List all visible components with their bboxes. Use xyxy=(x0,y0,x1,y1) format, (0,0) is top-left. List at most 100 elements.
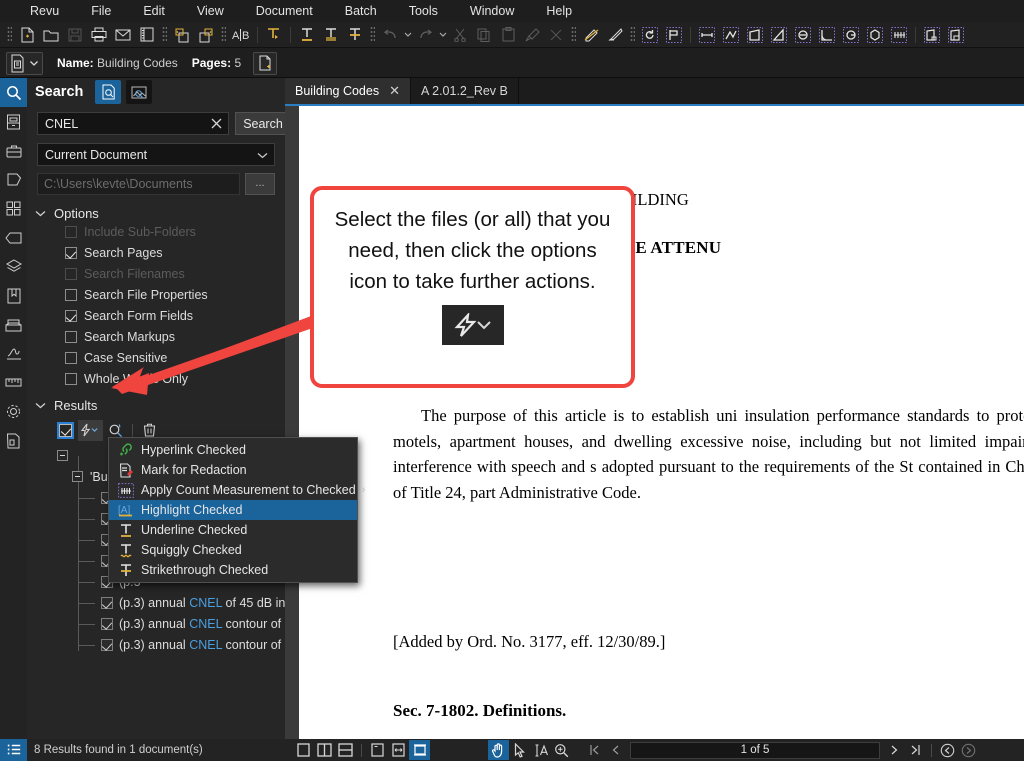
sidebar-item-markups[interactable] xyxy=(0,165,27,194)
tab-visual-search[interactable] xyxy=(126,80,152,104)
sidebar-item-tags[interactable] xyxy=(0,223,27,252)
sidebar-item-search[interactable] xyxy=(0,78,27,107)
align-icon[interactable] xyxy=(662,24,686,46)
previous-page-icon[interactable] xyxy=(605,740,626,760)
sidebar-item-toolchest[interactable] xyxy=(0,136,27,165)
result-checkbox[interactable] xyxy=(101,618,113,630)
text-highlight-icon[interactable] xyxy=(262,24,286,46)
menu-item-batch[interactable]: Batch xyxy=(329,0,393,22)
measure-length-icon[interactable] xyxy=(695,24,719,46)
email-icon[interactable] xyxy=(111,24,135,46)
toolbar-grip-5[interactable] xyxy=(571,26,576,43)
add-page-icon[interactable] xyxy=(253,52,277,75)
menu-item-edit[interactable]: Edit xyxy=(127,0,181,22)
sidebar-item-studio[interactable] xyxy=(0,194,27,223)
measure-area-icon[interactable] xyxy=(743,24,767,46)
insert-page-icon[interactable] xyxy=(170,24,194,46)
new-document-icon[interactable] xyxy=(15,24,39,46)
paste-icon[interactable] xyxy=(496,24,520,46)
toolbar-grip-2[interactable] xyxy=(162,26,167,43)
split-vertical-view-button[interactable] xyxy=(314,740,335,760)
search-scope-select[interactable]: Current Document xyxy=(37,143,275,166)
search-button[interactable]: Search xyxy=(235,112,291,135)
sidebar-item-signatures[interactable] xyxy=(0,339,27,368)
compare-text-icon[interactable]: AB xyxy=(229,24,253,46)
delete-icon[interactable] xyxy=(544,24,568,46)
open-folder-icon[interactable] xyxy=(39,24,63,46)
pan-tool-button[interactable] xyxy=(488,740,509,760)
options-section-header[interactable]: Options xyxy=(27,206,285,221)
list-view-icon[interactable] xyxy=(0,739,27,761)
copy-icon[interactable] xyxy=(472,24,496,46)
sidebar-item-overlay[interactable] xyxy=(0,426,27,455)
menu-item-tools[interactable]: Tools xyxy=(393,0,454,22)
measure-diameter-icon[interactable] xyxy=(791,24,815,46)
markup-pen-icon[interactable] xyxy=(603,24,627,46)
measure-count-icon[interactable] xyxy=(887,24,911,46)
search-result-row[interactable]: (p.3) annual CNEL contour of sixty (6... xyxy=(27,613,285,634)
text-select-tool-button[interactable] xyxy=(530,740,551,760)
menu-item-view[interactable]: View xyxy=(181,0,240,22)
tab-text-search[interactable] xyxy=(95,80,121,104)
strikethrough-icon[interactable] xyxy=(343,24,367,46)
page-indicator[interactable]: 1 of 5 xyxy=(630,742,880,759)
search-result-row[interactable]: (p.3) annual CNEL contour of sixty (6... xyxy=(27,634,285,655)
last-page-icon[interactable] xyxy=(905,740,926,760)
markup-erase-icon[interactable] xyxy=(579,24,603,46)
check-all-checkbox[interactable] xyxy=(59,424,72,437)
tab-building-codes[interactable]: Building Codes ✕ xyxy=(285,78,411,104)
search-path-input[interactable]: C:\Users\kevte\Documents xyxy=(37,173,240,195)
text-box-icon[interactable] xyxy=(319,24,343,46)
context-menu-item[interactable]: Underline Checked xyxy=(109,520,357,540)
tab-a2012revb[interactable]: A 2.01.2_Rev B xyxy=(411,78,519,104)
sidebar-item-properties[interactable] xyxy=(0,397,27,426)
select-tool-button[interactable] xyxy=(509,740,530,760)
sidebar-item-layers[interactable] xyxy=(0,252,27,281)
fit-width-button[interactable] xyxy=(388,740,409,760)
checkbox-checked-icon[interactable] xyxy=(65,247,77,259)
menu-item-window[interactable]: Window xyxy=(454,0,530,22)
fit-visible-button[interactable] xyxy=(409,740,430,760)
redo-dropdown-icon[interactable] xyxy=(437,24,448,46)
sidebar-item-bookmarks[interactable] xyxy=(0,281,27,310)
document-profile-icon[interactable] xyxy=(6,52,43,75)
toolbar-grip-4[interactable] xyxy=(370,26,375,43)
cutout-area-icon[interactable] xyxy=(920,24,944,46)
toolbar-grip[interactable] xyxy=(7,26,12,43)
split-horizontal-view-button[interactable] xyxy=(335,740,356,760)
zoom-tool-button[interactable] xyxy=(551,740,572,760)
save-icon[interactable] xyxy=(63,24,87,46)
context-menu-item[interactable]: Squiggly Checked xyxy=(109,540,357,560)
checkbox-unchecked-icon[interactable] xyxy=(65,331,77,343)
menu-item-document[interactable]: Document xyxy=(240,0,329,22)
collapse-document-toggle[interactable] xyxy=(72,471,83,482)
measure-perimeter-icon[interactable] xyxy=(767,24,791,46)
results-options-button[interactable] xyxy=(78,420,103,441)
fit-page-button[interactable] xyxy=(367,740,388,760)
back-view-icon[interactable] xyxy=(937,740,958,760)
checkbox-unchecked-icon[interactable] xyxy=(65,352,77,364)
print-icon[interactable] xyxy=(87,24,111,46)
close-icon[interactable] xyxy=(209,112,223,135)
sidebar-item-fileaccess[interactable] xyxy=(0,310,27,339)
collapse-all-toggle[interactable] xyxy=(57,450,68,461)
rotate-icon[interactable] xyxy=(638,24,662,46)
redo-icon[interactable] xyxy=(413,24,437,46)
measure-radius-icon[interactable] xyxy=(839,24,863,46)
search-result-row[interactable]: (p.3) annual CNEL of 45 dB in any ha... xyxy=(27,592,285,613)
menu-item-revu[interactable]: Revu xyxy=(14,0,75,22)
result-checkbox[interactable] xyxy=(101,597,113,609)
checkbox-unchecked-icon[interactable] xyxy=(65,373,77,385)
context-menu-item[interactable]: Mark for Redaction xyxy=(109,460,357,480)
menu-item-file[interactable]: File xyxy=(75,0,127,22)
toolbar-grip-3[interactable] xyxy=(221,26,226,43)
checkbox-unchecked-icon[interactable] xyxy=(65,289,77,301)
sidebar-item-thumbnails[interactable] xyxy=(0,107,27,136)
option-checkbox-row[interactable]: Search Pages xyxy=(27,242,285,263)
undo-icon[interactable] xyxy=(378,24,402,46)
close-icon[interactable]: ✕ xyxy=(389,83,400,99)
next-page-icon[interactable] xyxy=(884,740,905,760)
undo-dropdown-icon[interactable] xyxy=(402,24,413,46)
context-menu-item[interactable]: [A]Highlight Checked xyxy=(109,500,357,520)
cutout-volume-icon[interactable] xyxy=(944,24,968,46)
